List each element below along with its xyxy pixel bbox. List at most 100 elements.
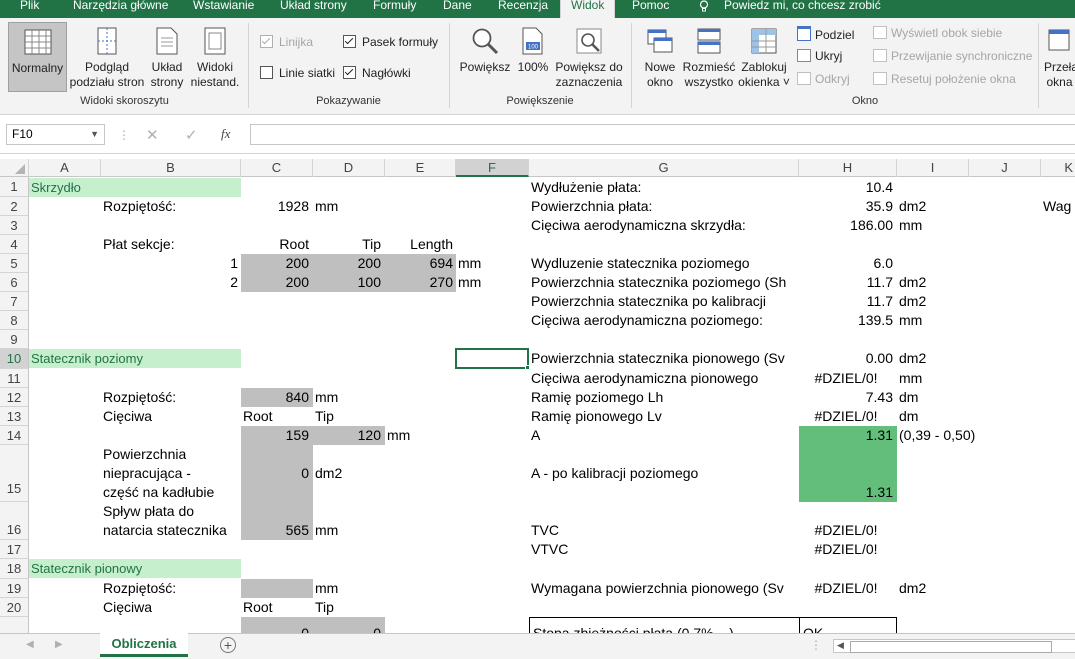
tab-review[interactable]: Recenzja (498, 0, 548, 18)
cell-d5[interactable]: 200 (313, 254, 381, 273)
cell-h2[interactable]: 35.9 (799, 197, 893, 216)
formula-input[interactable] (250, 124, 1075, 145)
cancel-icon[interactable]: ✕ (146, 126, 159, 144)
cell-b15-line1[interactable]: Powierzchnia (103, 445, 186, 464)
cell-h13[interactable]: #DZIEL/0! (799, 407, 893, 426)
cell-d13[interactable]: Tip (315, 407, 334, 426)
cell-c5[interactable]: 200 (241, 254, 309, 273)
cell-i14[interactable]: (0,39 - 0,50) (899, 426, 975, 445)
ruler-checkbox[interactable]: Linijka (260, 35, 313, 49)
reset-window-position-button[interactable]: Resetuj położenie okna (873, 72, 1016, 86)
cell-g21[interactable]: Stopa zbieżności płata (0,7% ...) (533, 624, 795, 633)
cell-h7[interactable]: 11.7 (799, 292, 893, 311)
cell-g3[interactable]: Cięciwa aerodynamiczna skrzydła: (531, 216, 797, 235)
cell-b12[interactable]: Rozpiętość: (103, 388, 176, 407)
cell-i19[interactable]: dm2 (899, 579, 926, 598)
cell-i10[interactable]: dm2 (899, 349, 926, 368)
cell-g6[interactable]: Powierzchnia statecznika poziomego (Sh (531, 273, 797, 292)
selected-cell[interactable] (455, 348, 529, 369)
cell-g8[interactable]: Cięciwa aerodynamiczna poziomego: (531, 311, 797, 330)
row-header-8[interactable]: 8 (0, 311, 29, 330)
cell-h15[interactable]: 1.31 (799, 483, 893, 502)
column-header-f[interactable]: F (456, 159, 529, 177)
cell-b4[interactable]: Płat sekcje: (103, 235, 175, 254)
switch-windows-button[interactable]: Przełą okna (1044, 26, 1075, 90)
cell-d19[interactable]: mm (315, 579, 338, 598)
row-header-19[interactable]: 19 (0, 579, 29, 598)
zoom-100-button[interactable]: 100 100% (514, 26, 552, 90)
cell-i2[interactable]: dm2 (899, 197, 926, 216)
cell-g14[interactable]: A (531, 426, 797, 445)
cell-d6[interactable]: 100 (313, 273, 381, 292)
custom-views-button[interactable]: Widoki niestand. (189, 26, 241, 90)
cell-c16[interactable]: 565 (241, 521, 309, 540)
add-sheet-icon[interactable]: + (220, 637, 236, 653)
cell-i3[interactable]: mm (899, 216, 922, 235)
cell-e6[interactable]: 270 (385, 273, 453, 292)
cell-d20[interactable]: Tip (315, 598, 334, 617)
cell-b5[interactable]: 1 (101, 254, 238, 273)
cell-b16-line2[interactable]: natarcia statecznika (103, 521, 227, 540)
unhide-button[interactable]: Odkryj (797, 72, 850, 86)
cell-g19[interactable]: Wymagana powierzchnia pionowego (Sv (531, 579, 797, 598)
scrollbar-thumb[interactable] (850, 641, 1052, 653)
cell-g12[interactable]: Ramię poziomego Lh (531, 388, 797, 407)
column-header-h[interactable]: H (799, 159, 897, 177)
cell-c15[interactable]: 0 (241, 464, 309, 483)
row-header-5[interactable]: 5 (0, 254, 29, 273)
cell-h11[interactable]: #DZIEL/0! (799, 369, 893, 388)
row-header-6[interactable]: 6 (0, 273, 29, 292)
cell-b15-line2[interactable]: niepracująca - (103, 464, 191, 483)
column-header-g[interactable]: G (529, 159, 799, 177)
cell-f5[interactable]: mm (458, 254, 481, 273)
column-header-k[interactable]: K (1041, 159, 1075, 177)
cell-c2[interactable]: 1928 (241, 197, 309, 216)
cell-c14[interactable]: 159 (241, 426, 309, 445)
row-header-2[interactable]: 2 (0, 197, 29, 216)
cell-i6[interactable]: dm2 (899, 273, 926, 292)
row-header-10[interactable]: 10 (0, 349, 29, 369)
view-side-by-side-button[interactable]: Wyświetl obok siebie (873, 26, 1002, 40)
tab-view[interactable]: Widok (560, 0, 616, 18)
cell-g10[interactable]: Powierzchnia statecznika pionowego (Sv (531, 349, 797, 368)
cell-i13[interactable]: dm (899, 407, 918, 426)
cell-d4[interactable]: Tip (313, 235, 381, 254)
cell-g16[interactable]: TVC (531, 521, 797, 540)
cell-h10[interactable]: 0.00 (799, 349, 893, 368)
cell-h1[interactable]: 10.4 (799, 178, 893, 197)
cell-g1[interactable]: Wydłużenie płata: (531, 178, 797, 197)
cell-c13[interactable]: Root (243, 407, 273, 426)
cell-c20[interactable]: Root (243, 598, 273, 617)
column-header-d[interactable]: D (313, 159, 385, 177)
row-header-20[interactable]: 20 (0, 598, 29, 617)
name-box[interactable]: F10 ▼ (6, 124, 105, 145)
scroll-left-icon[interactable]: ◀ (26, 639, 34, 650)
cell-g15[interactable]: A - po kalibracji poziomego (531, 464, 797, 483)
tab-help[interactable]: Pomoc (632, 0, 669, 18)
split-button[interactable]: Podziel (797, 26, 854, 42)
splitter-icon[interactable]: ⋮ (810, 638, 822, 652)
sheet-tab-obliczenia[interactable]: Obliczenia (100, 633, 188, 657)
row-header-14[interactable]: 14 (0, 426, 29, 445)
column-header-b[interactable]: B (101, 159, 241, 177)
cell-b2[interactable]: Rozpiętość: (103, 197, 176, 216)
cell-b19[interactable]: Rozpiętość: (103, 579, 176, 598)
column-header-a[interactable]: A (29, 159, 101, 177)
cell-h14[interactable]: 1.31 (799, 426, 893, 445)
cell-d15[interactable]: dm2 (315, 464, 342, 483)
cell-d14[interactable]: 120 (313, 426, 381, 445)
cell-f6[interactable]: mm (458, 273, 481, 292)
cell-h3[interactable]: 186.00 (799, 216, 893, 235)
cell-g2[interactable]: Powierzchnia płata: (531, 197, 797, 216)
page-layout-button[interactable]: Układ strony (148, 26, 186, 90)
cell-b20[interactable]: Cięciwa (103, 598, 152, 617)
gridlines-checkbox[interactable]: Linie siatki (260, 66, 335, 80)
row-header-9[interactable]: 9 (0, 330, 29, 349)
row-header-17[interactable]: 17 (0, 540, 29, 559)
row-header-11[interactable]: 11 (0, 369, 29, 388)
cell-e4[interactable]: Length (385, 235, 453, 254)
cell-d12[interactable]: mm (315, 388, 338, 407)
cell-b16-line1[interactable]: Spływ płata do (103, 502, 194, 521)
tab-page-layout[interactable]: Układ strony (280, 0, 347, 18)
column-header-j[interactable]: J (969, 159, 1041, 177)
